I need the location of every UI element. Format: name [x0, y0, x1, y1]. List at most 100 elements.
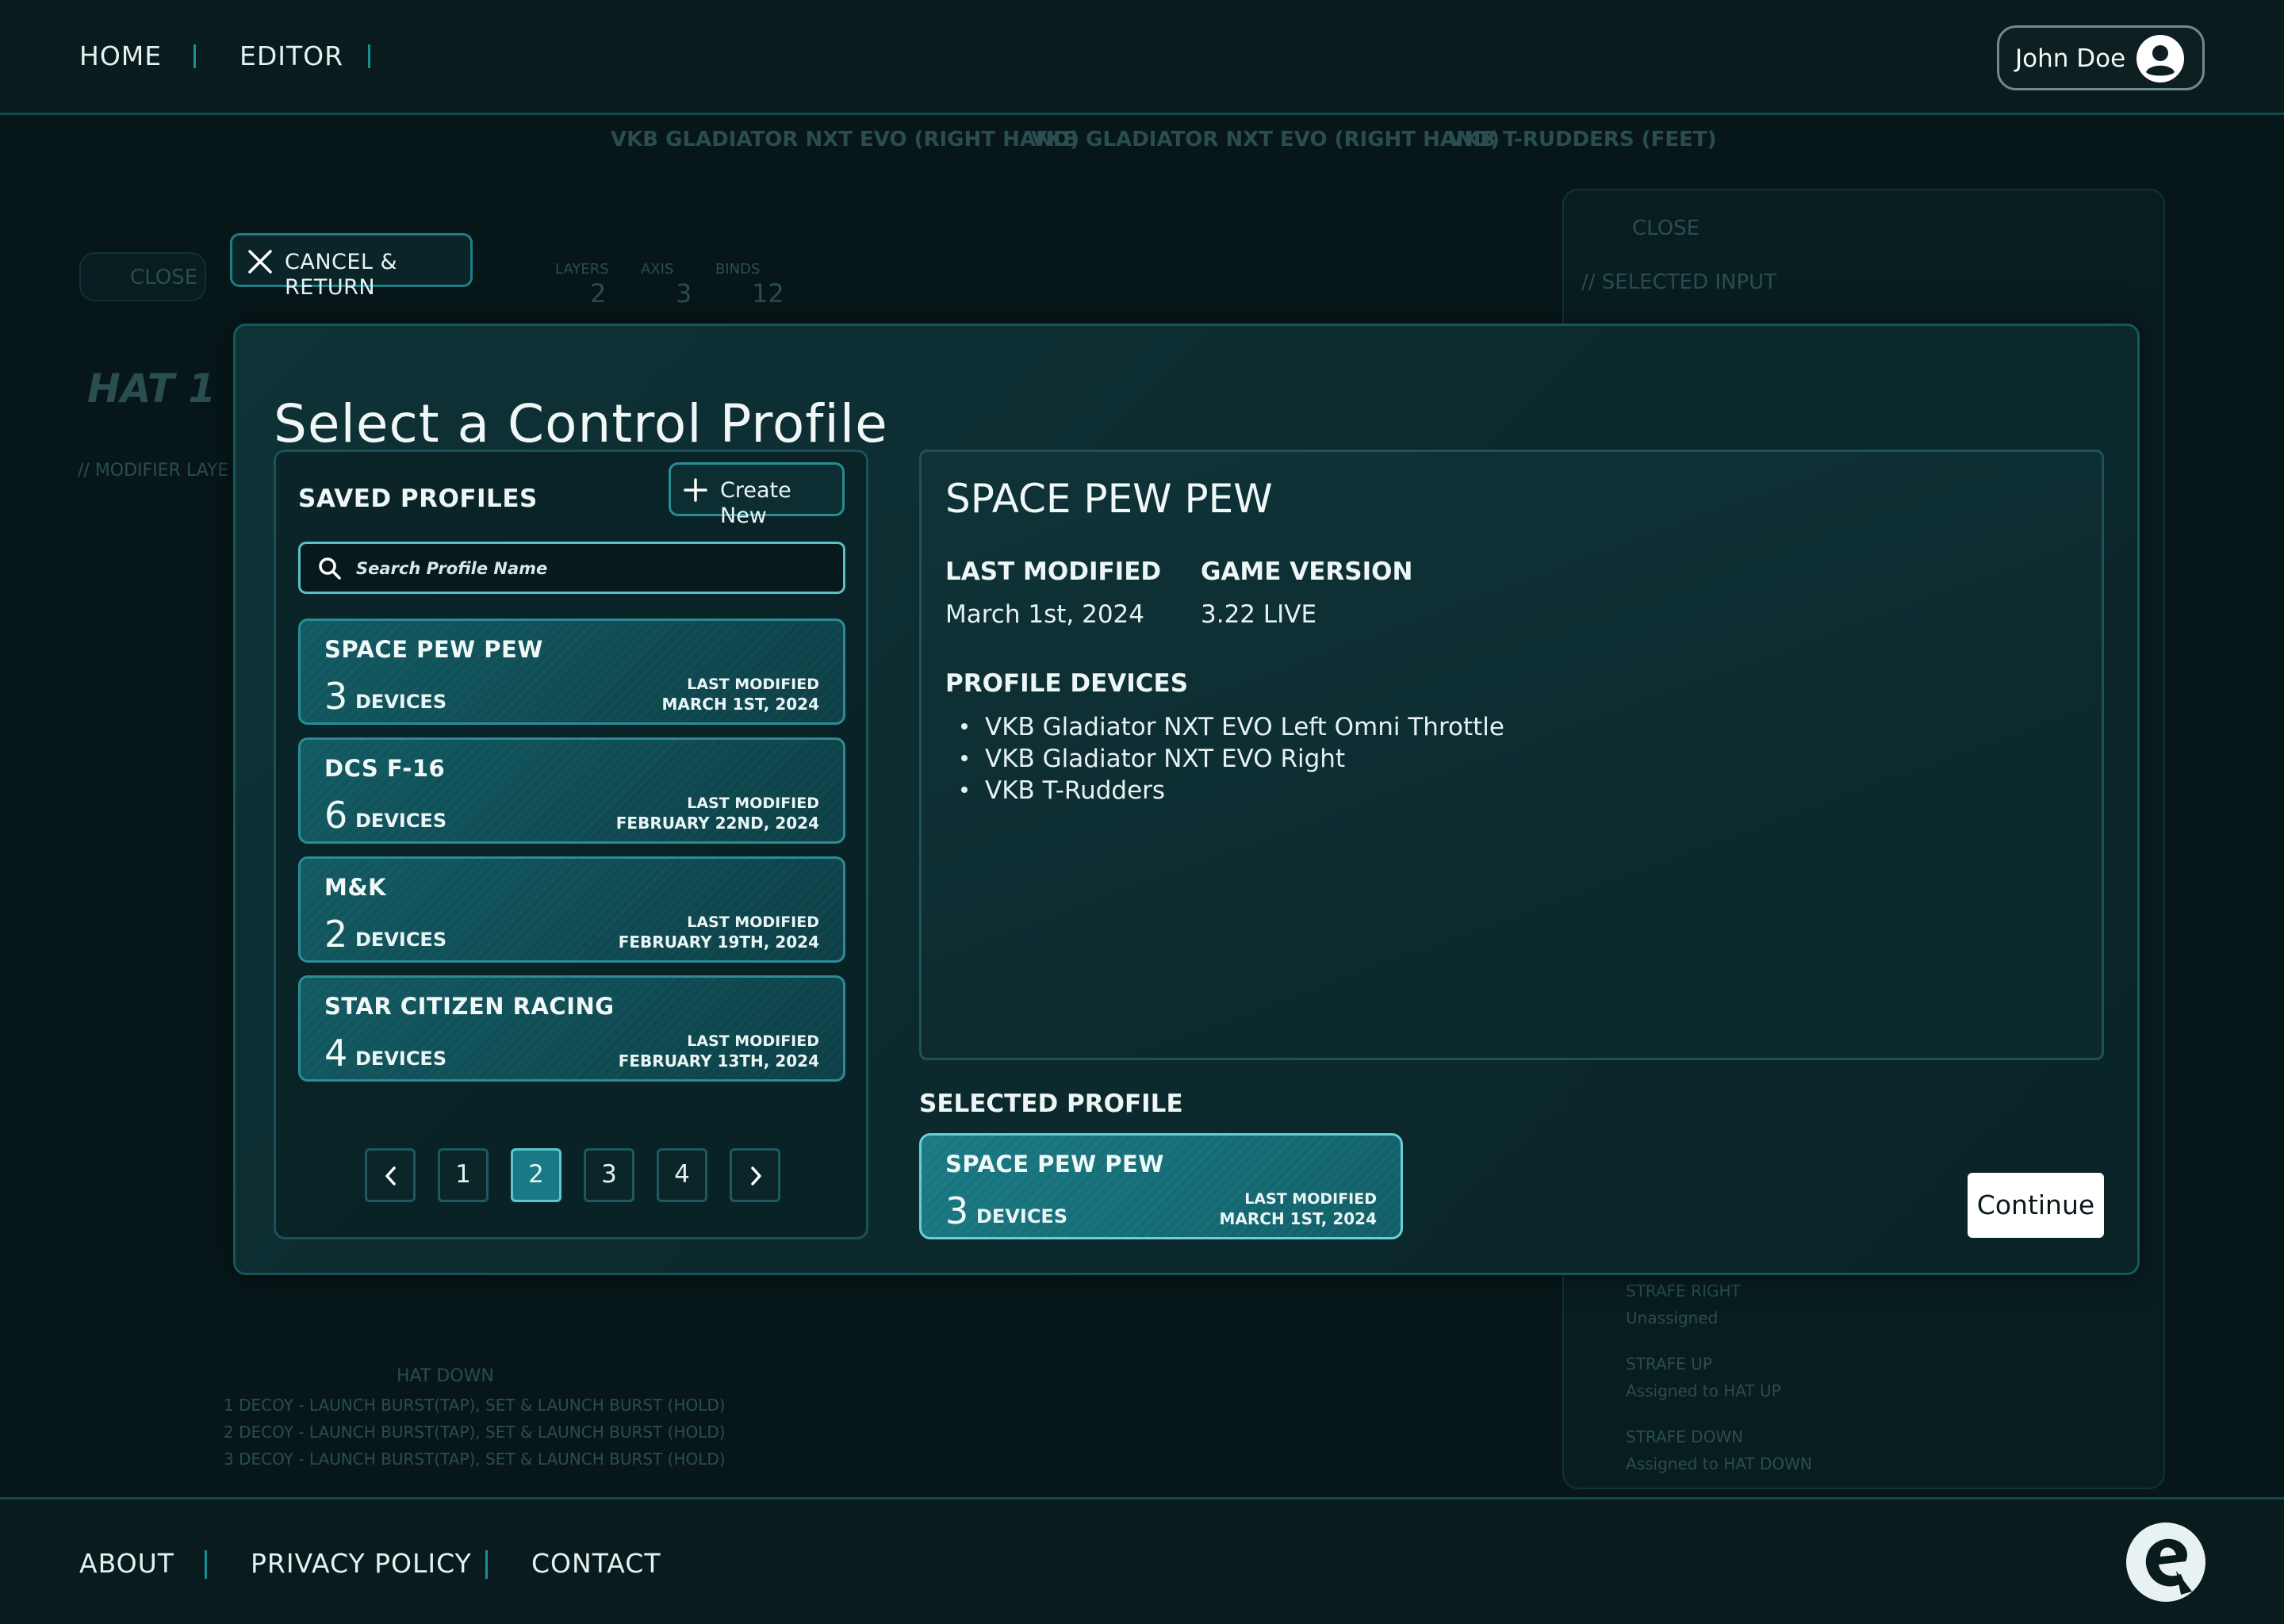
footer: ABOUT PRIVACY POLICY CONTACT [0, 1497, 2284, 1624]
bg-right-bind: STRAFE RIGHT [1626, 1281, 1741, 1300]
device-count: 4 [324, 1032, 348, 1074]
chevron-left-icon [385, 1166, 396, 1185]
device-list-item: VKB T-Rudders [961, 776, 1165, 806]
pagination-prev-button[interactable] [365, 1148, 416, 1202]
device-count: 3 [324, 675, 348, 718]
device-count: 6 [324, 794, 348, 837]
last-modified-date: MARCH 1ST, 2024 [661, 695, 820, 714]
plus-icon [684, 478, 707, 502]
nav-separator [194, 44, 196, 68]
user-avatar-icon [2136, 35, 2184, 82]
device-list-item: VKB Gladiator NXT EVO Left Omni Throttle [961, 712, 1504, 742]
game-version-label: GAME VERSION [1201, 557, 1413, 586]
search-field[interactable] [298, 542, 845, 594]
selected-profile-label: SELECTED PROFILE [919, 1090, 1183, 1118]
top-nav: HOME EDITOR John Doe [0, 0, 2284, 115]
device-name: VKB T-Rudders [985, 776, 1166, 805]
profile-name: M&K [324, 874, 387, 901]
nav-home-link[interactable]: HOME [79, 40, 162, 73]
cancel-return-label: CANCEL & RETURN [285, 250, 398, 300]
bg-stat-value: 2 [590, 278, 607, 308]
profile-card[interactable]: M&K 2 DEVICES LAST MODIFIED FEBRUARY 19T… [298, 856, 845, 963]
bg-device-tab: VKB GLADIATOR NXT EVO (RIGHT HAND) [611, 128, 1080, 151]
bg-selected-input-label: // SELECTED INPUT [1581, 270, 1777, 294]
user-menu-button[interactable]: John Doe [1997, 25, 2205, 90]
footer-separator [485, 1550, 488, 1579]
cancel-return-button[interactable]: CANCEL & RETURN [230, 233, 473, 300]
pagination-next-button[interactable] [730, 1148, 780, 1202]
profile-card[interactable]: DCS F-16 6 DEVICES LAST MODIFIED FEBRUAR… [298, 737, 845, 844]
saved-profiles-title: SAVED PROFILES [298, 485, 538, 513]
last-modified-label: LAST MODIFIED [1244, 1190, 1377, 1208]
devices-label: DEVICES [355, 691, 447, 713]
detail-profile-name: SPACE PEW PEW [945, 476, 1273, 522]
footer-about-link[interactable]: ABOUT [79, 1547, 174, 1580]
nav-separator [368, 44, 370, 68]
bg-right-bind: STRAFE UP [1626, 1354, 1712, 1373]
bg-right-bind: STRAFE DOWN [1626, 1427, 1744, 1446]
bg-close-label: CLOSE [1632, 216, 1700, 240]
bullet-icon [961, 786, 968, 793]
footer-separator [205, 1550, 207, 1579]
bg-stat-value: 3 [676, 278, 692, 308]
bg-bind-row: 2 DECOY - LAUNCH BURST(TAP), SET & LAUNC… [224, 1423, 726, 1442]
nav-editor-link[interactable]: EDITOR [240, 40, 343, 73]
user-name: John Doe [2015, 44, 2126, 73]
devices-label: DEVICES [976, 1205, 1068, 1228]
selected-profile-card[interactable]: SPACE PEW PEW 3 DEVICES LAST MODIFIED MA… [919, 1133, 1403, 1239]
create-new-button[interactable]: Create New [669, 462, 845, 528]
search-input[interactable] [354, 553, 830, 584]
profile-name: SPACE PEW PEW [945, 1151, 1164, 1178]
last-modified-date: FEBRUARY 13TH, 2024 [618, 1051, 819, 1071]
continue-button[interactable]: Continue [1968, 1173, 2104, 1238]
brand-logo-icon [2126, 1522, 2205, 1602]
footer-contact-link[interactable]: CONTACT [531, 1547, 661, 1580]
modal-title: Select a Control Profile [274, 393, 888, 455]
last-modified-value: March 1st, 2024 [945, 600, 1144, 629]
bg-right-bind: Unassigned [1626, 1308, 1719, 1327]
pagination-page-button[interactable]: 4 [657, 1148, 707, 1202]
bg-bind-row: 1 DECOY - LAUNCH BURST(TAP), SET & LAUNC… [224, 1396, 726, 1415]
device-count: 2 [324, 913, 348, 956]
last-modified-date: FEBRUARY 19TH, 2024 [618, 933, 819, 952]
profile-card[interactable]: STAR CITIZEN RACING 4 DEVICES LAST MODIF… [298, 975, 845, 1082]
device-list-item: VKB Gladiator NXT EVO Right [961, 744, 1345, 774]
bg-close-label: CLOSE [130, 266, 198, 289]
pagination-page-button-active[interactable]: 2 [511, 1148, 561, 1202]
profile-card[interactable]: SPACE PEW PEW 3 DEVICES LAST MODIFIED MA… [298, 619, 845, 725]
device-name: VKB Gladiator NXT EVO Right [985, 745, 1346, 773]
bg-hat-title: HAT 1 [87, 366, 217, 412]
bullet-icon [961, 722, 968, 730]
device-count: 3 [945, 1189, 969, 1232]
footer-privacy-link[interactable]: PRIVACY POLICY [251, 1547, 472, 1580]
select-profile-modal: Select a Control Profile SAVED PROFILES … [233, 324, 2140, 1275]
devices-label: DEVICES [355, 810, 447, 832]
game-version-value: 3.22 LIVE [1201, 600, 1317, 629]
last-modified-label: LAST MODIFIED [687, 676, 819, 693]
profile-name: STAR CITIZEN RACING [324, 993, 615, 1020]
pagination-page-button[interactable]: 1 [438, 1148, 489, 1202]
bg-device-tab: VKB GLADIATOR NXT EVO (RIGHT HAND) [1031, 128, 1500, 151]
last-modified-label: LAST MODIFIED [687, 914, 819, 931]
profile-devices-label: PROFILE DEVICES [945, 669, 1189, 698]
bg-right-bind: Assigned to HAT DOWN [1626, 1454, 1812, 1473]
bg-bind-row: 3 DECOY - LAUNCH BURST(TAP), SET & LAUNC… [224, 1450, 726, 1469]
bg-stat-value: 12 [752, 278, 784, 308]
device-name: VKB Gladiator NXT EVO Left Omni Throttle [985, 713, 1504, 741]
pagination-page-button[interactable]: 3 [584, 1148, 634, 1202]
last-modified-date: MARCH 1ST, 2024 [1219, 1209, 1378, 1228]
saved-profiles-panel: SAVED PROFILES Create New SPACE PEW PEW … [274, 450, 868, 1239]
create-new-label: Create New [720, 478, 791, 528]
devices-label: DEVICES [355, 1048, 447, 1070]
profile-name: SPACE PEW PEW [324, 636, 543, 663]
close-icon [248, 250, 272, 274]
bg-stat-axis: AXIS [641, 261, 674, 278]
devices-label: DEVICES [355, 929, 447, 951]
last-modified-label: LAST MODIFIED [687, 1032, 819, 1050]
search-icon [319, 557, 341, 580]
last-modified-label: LAST MODIFIED [945, 557, 1162, 586]
last-modified-date: FEBRUARY 22ND, 2024 [615, 814, 819, 833]
last-modified-label: LAST MODIFIED [687, 795, 819, 812]
bullet-icon [961, 754, 968, 761]
bg-hat-down-label: HAT DOWN [397, 1366, 494, 1386]
